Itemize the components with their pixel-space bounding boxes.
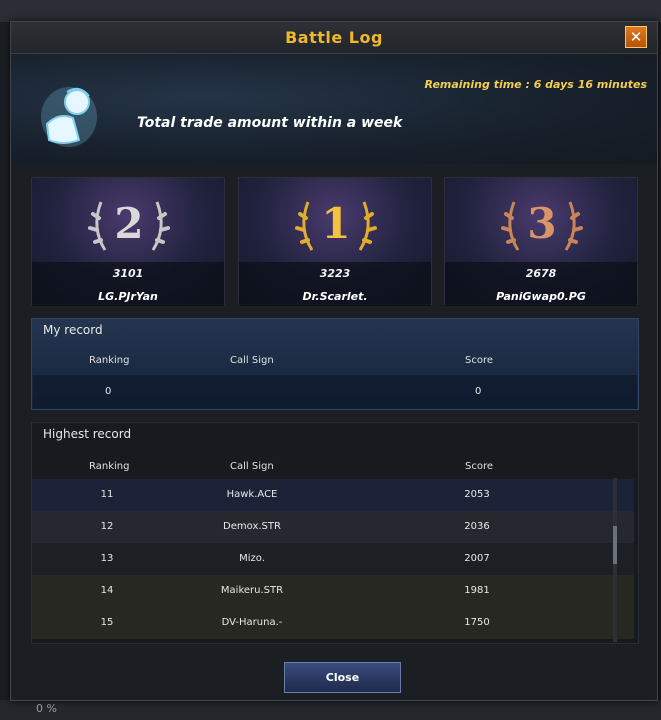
column-call-sign: Call Sign [230, 355, 274, 366]
my-record-title: My record [43, 323, 103, 337]
podium-third: 3 2678 PaniGwap0.PG [444, 177, 638, 306]
window-title: Battle Log [285, 28, 383, 47]
my-ranking: 0 [105, 386, 112, 397]
column-ranking: Ranking [89, 355, 130, 366]
column-call-sign: Call Sign [230, 461, 274, 472]
row-call-sign: Demox.STR [223, 521, 281, 532]
podium-name: LG.PJrYan [98, 290, 158, 303]
background-top-bar [0, 0, 661, 22]
row-ranking: 14 [100, 585, 114, 596]
row-score: 2053 [464, 489, 490, 500]
podium-score: 2678 [525, 267, 557, 280]
rank-number: 2 [114, 199, 143, 248]
row-score: 2036 [464, 521, 490, 532]
column-ranking: Ranking [89, 461, 130, 472]
laurel-gold-icon: 1 [295, 199, 377, 251]
highest-record-list[interactable]: 11 Hawk.ACE 2053 12 Demox.STR 2036 13 Mi… [32, 479, 634, 643]
hero-heading: Total trade amount within a week [137, 115, 403, 131]
column-score: Score [465, 355, 494, 366]
background-progress-text: 0 % [36, 702, 57, 715]
row-call-sign: DV-Haruna.- [221, 617, 283, 628]
remaining-time: Remaining time : 6 days 16 minutes [424, 78, 647, 91]
table-row[interactable]: 12 Demox.STR 2036 [32, 511, 634, 543]
row-ranking: 13 [100, 553, 114, 564]
row-call-sign: Maikeru.STR [220, 585, 284, 596]
table-row[interactable]: 15 DV-Haruna.- 1750 [32, 607, 634, 639]
highest-record-panel: Highest record Ranking Call Sign Score 1… [31, 422, 639, 644]
table-row[interactable]: 11 Hawk.ACE 2053 [32, 479, 634, 511]
podium-name: Dr.Scarlet. [302, 290, 368, 303]
rank-number: 1 [321, 199, 350, 248]
close-icon[interactable]: ✕ [625, 26, 647, 48]
scrollbar-thumb[interactable] [613, 526, 617, 564]
column-score: Score [465, 461, 494, 472]
row-call-sign: Mizo. [239, 553, 265, 564]
table-row[interactable]: 14 Maikeru.STR 1981 [32, 575, 634, 607]
row-score: 1981 [464, 585, 490, 596]
rank-number: 3 [527, 199, 556, 248]
row-ranking: 15 [100, 617, 114, 628]
podium-name: PaniGwap0.PG [496, 290, 586, 303]
my-record-row [33, 375, 637, 409]
row-ranking: 11 [100, 489, 114, 500]
podium-score: 3223 [319, 267, 351, 280]
podium-first: 1 3223 Dr.Scarlet. [238, 177, 432, 306]
battle-log-window: Battle Log ✕ Remaining time : 6 days 16 … [10, 21, 658, 701]
title-bar: Battle Log ✕ [11, 22, 657, 54]
row-call-sign: Hawk.ACE [226, 489, 278, 500]
hero-banner: Remaining time : 6 days 16 minutes Total… [11, 54, 657, 164]
my-record-panel: My record Ranking Call Sign Score 0 0 [31, 318, 639, 410]
background-bottom-bar [0, 700, 661, 720]
row-score: 1750 [464, 617, 490, 628]
row-ranking: 12 [100, 521, 114, 532]
mascot-icon [41, 87, 97, 147]
table-row[interactable]: 13 Mizo. 2007 [32, 543, 634, 575]
my-score: 0 [475, 386, 482, 397]
laurel-silver-icon: 2 [88, 199, 170, 251]
row-score: 2007 [464, 553, 490, 564]
laurel-bronze-icon: 3 [501, 199, 583, 251]
podium-second: 2 3101 LG.PJrYan [31, 177, 225, 306]
podium-score: 3101 [112, 267, 144, 280]
close-button[interactable]: Close [284, 662, 401, 693]
list-scrollbar[interactable] [613, 478, 617, 642]
highest-record-title: Highest record [43, 427, 132, 441]
